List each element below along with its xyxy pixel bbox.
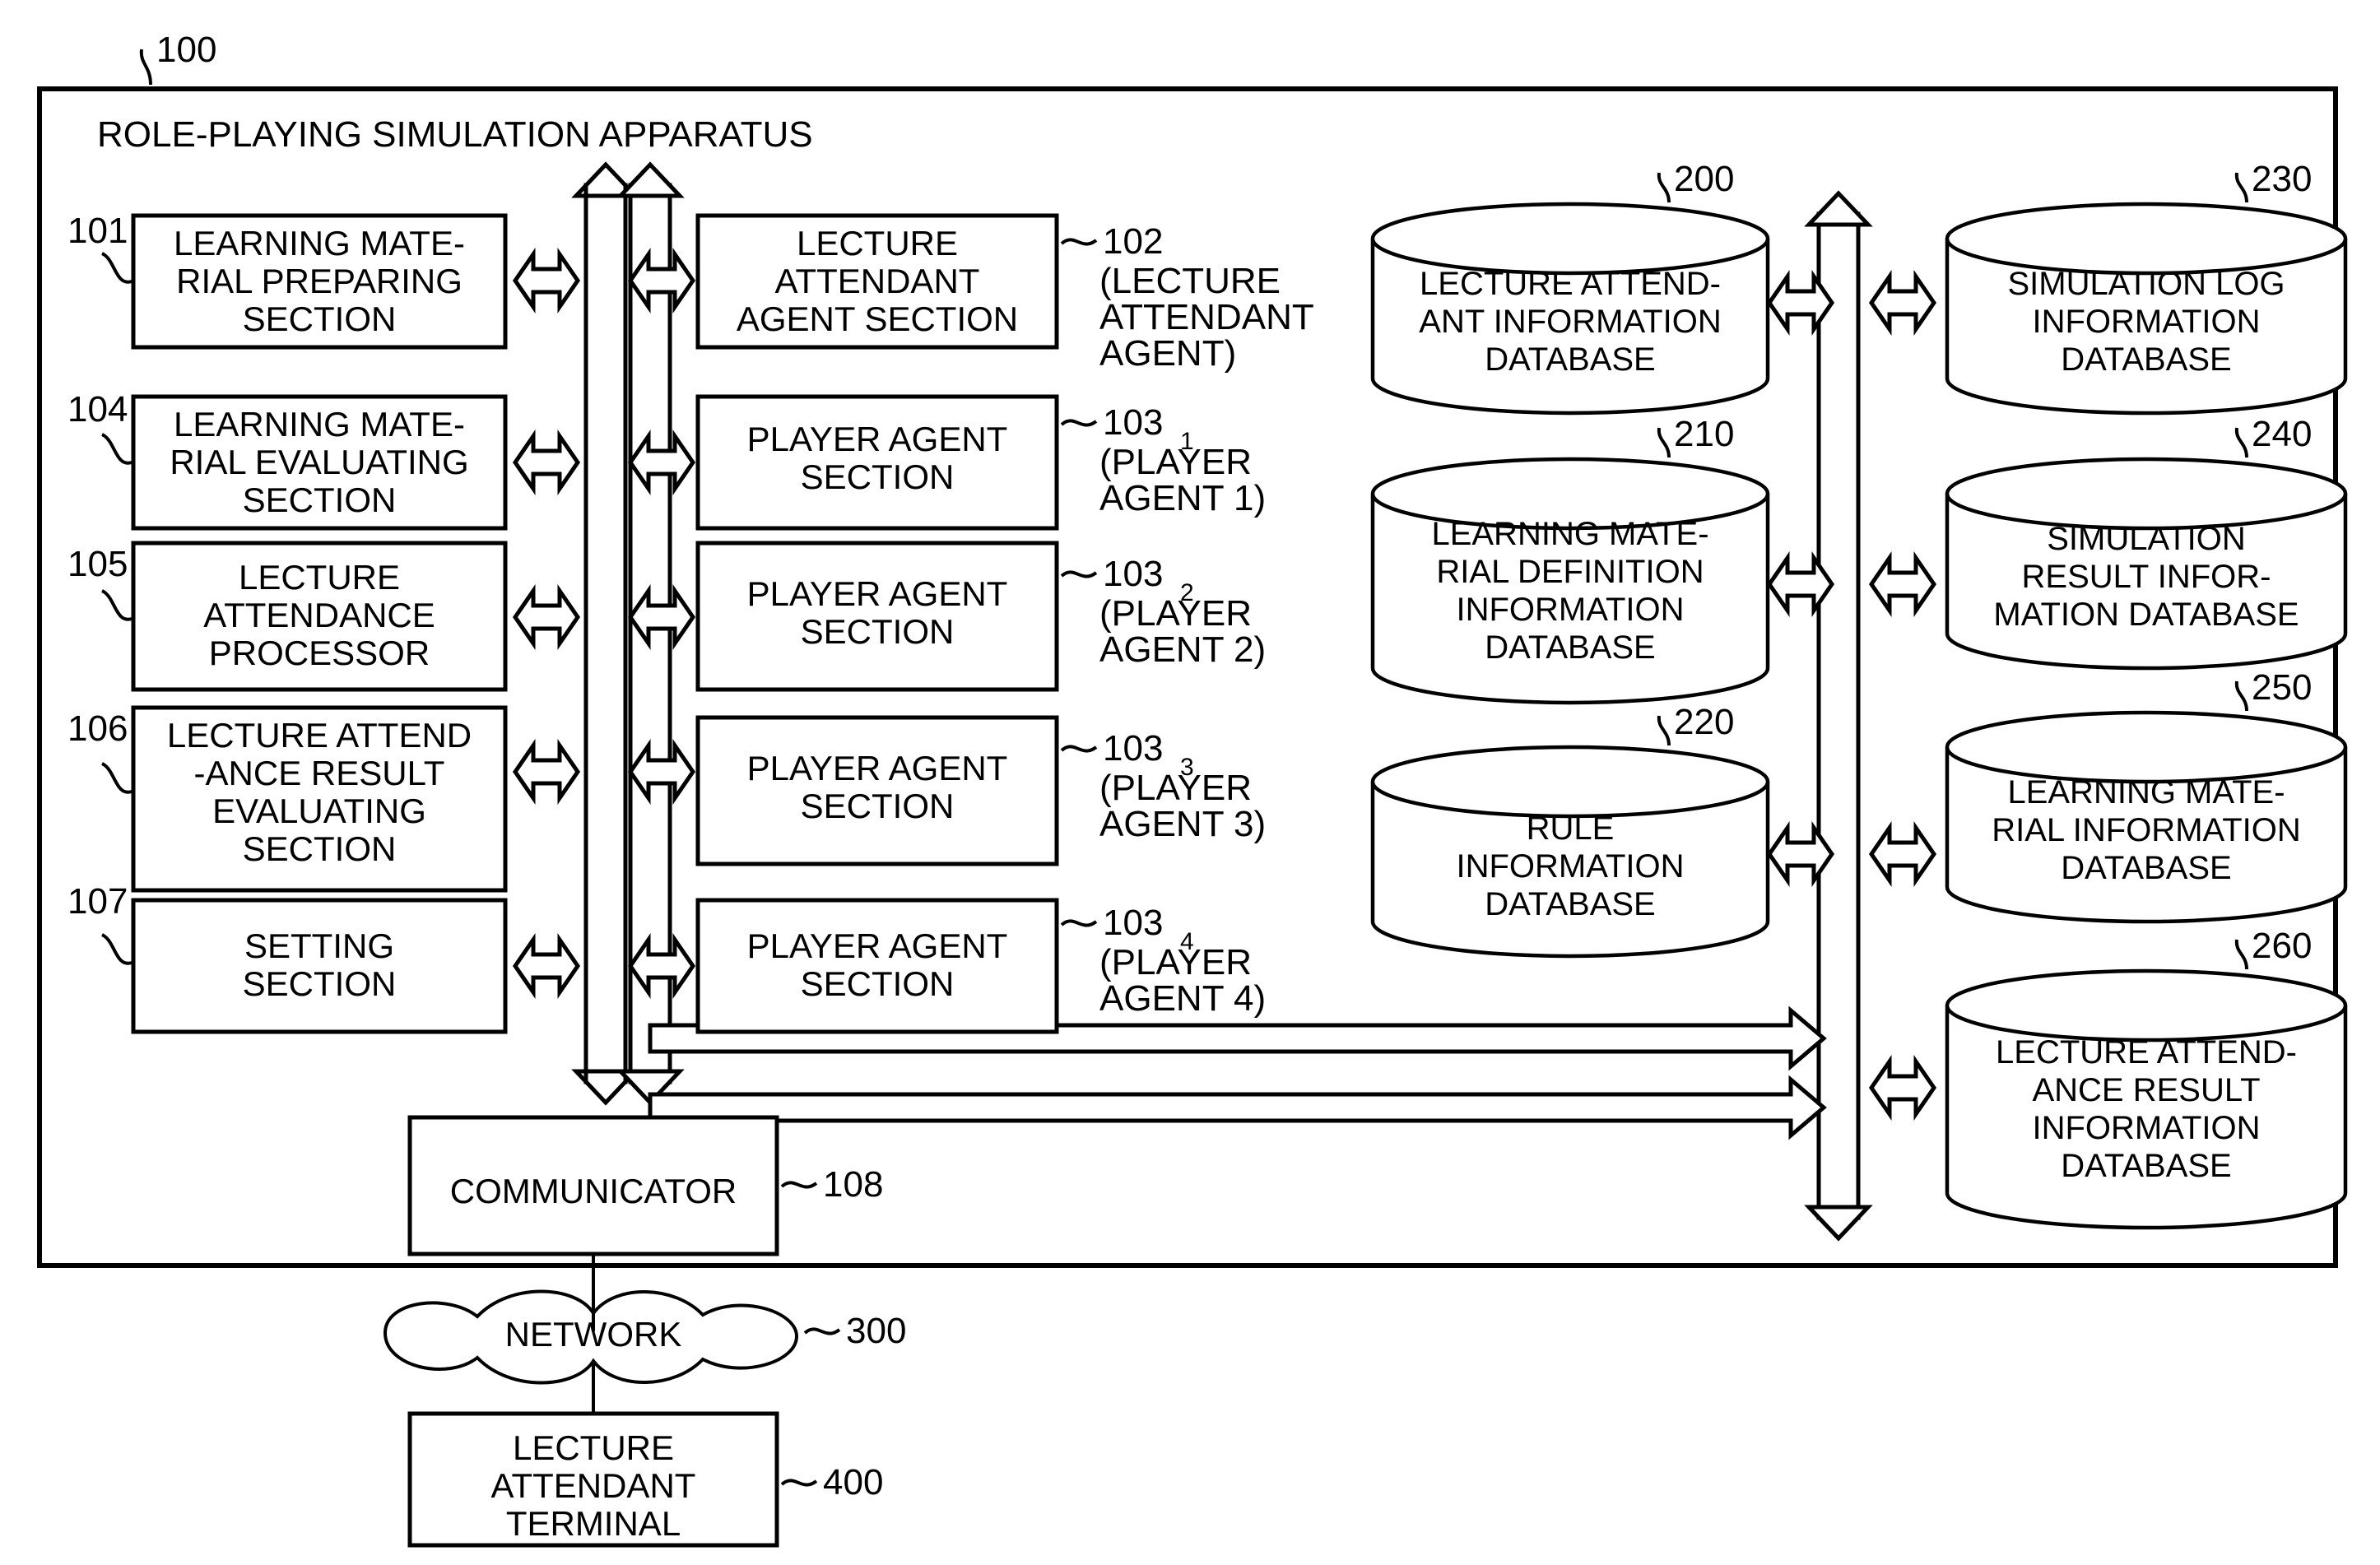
network-label: NETWORK: [505, 1315, 682, 1354]
leader-108: [780, 1181, 818, 1189]
patent-figure-canvas: 100 ROLE-PLAYING SIMULATION APPARATUS LE…: [0, 0, 2380, 1565]
bottom-group: COMMUNICATOR 108 NETWORK 300 LECTURE ATT…: [383, 1115, 906, 1548]
terminal-line-2: TERMINAL: [506, 1504, 681, 1543]
ref-400: 400: [823, 1462, 883, 1502]
leader-400: [780, 1479, 818, 1487]
communicator-label: COMMUNICATOR: [450, 1172, 737, 1210]
ref-108: 108: [823, 1164, 883, 1205]
terminal-line-1: ATTENDANT: [491, 1466, 696, 1505]
leader-300: [803, 1327, 841, 1335]
ref-300: 300: [846, 1311, 906, 1351]
terminal-line-0: LECTURE: [513, 1428, 674, 1467]
